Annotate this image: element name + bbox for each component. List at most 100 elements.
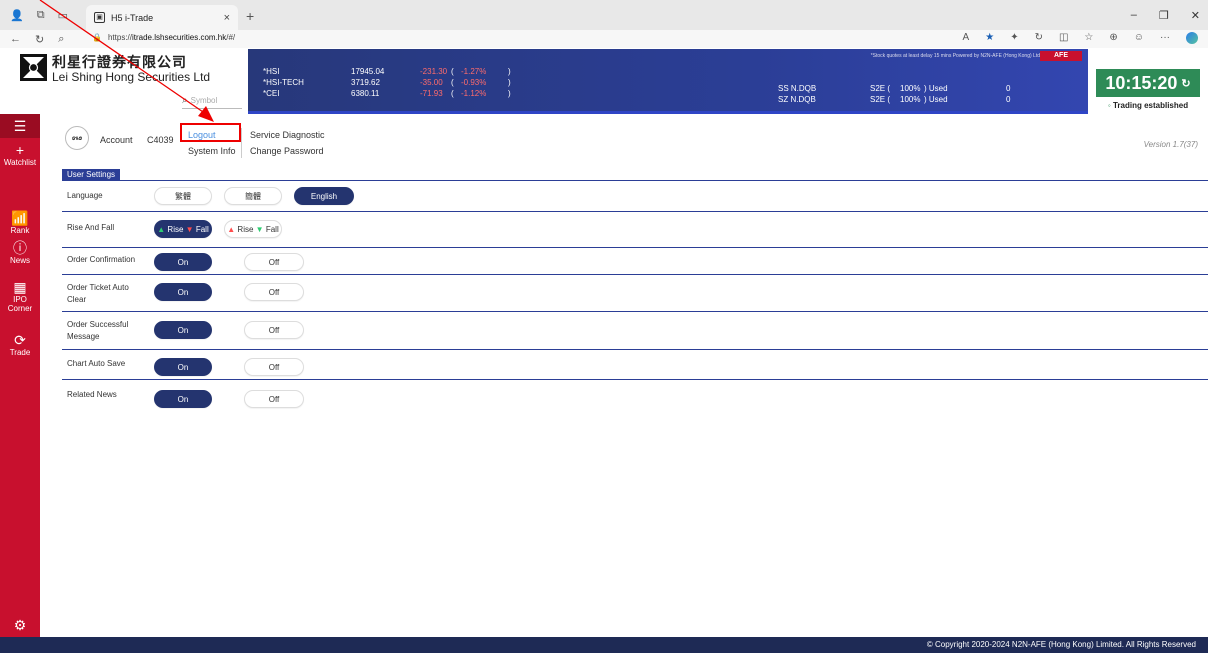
setting-label: Related News: [67, 390, 117, 399]
order-confirmation-off-button[interactable]: Off: [244, 253, 304, 271]
order-confirmation-on-button[interactable]: On: [154, 253, 212, 271]
setting-row-related-news: Related News On Off: [62, 380, 1208, 414]
language-traditional-button[interactable]: 繁體: [154, 187, 212, 205]
profile-icon[interactable]: 👤: [10, 9, 24, 22]
connection-used: ) Used: [924, 95, 948, 104]
sidebar-item-watchlist[interactable]: + Watchlist: [0, 142, 40, 182]
rise-green-fall-red-button[interactable]: ▲ Rise ▼ Fall: [154, 220, 212, 238]
favorite-star-icon[interactable]: ★: [985, 32, 994, 44]
sidebar-item-label: IPO Corner: [7, 295, 33, 313]
split-screen-icon[interactable]: ◫: [1059, 32, 1068, 44]
collections-icon[interactable]: ⊕: [1109, 32, 1117, 44]
clock-time: 10:15:20: [1105, 72, 1178, 93]
market-clock: 10:15:20 ↻: [1096, 69, 1200, 97]
new-tab-icon[interactable]: +: [246, 8, 254, 24]
system-info-link[interactable]: System Info: [188, 146, 236, 156]
close-window-icon[interactable]: ✕: [1191, 9, 1200, 22]
browser-left-icons: 👤 ⧉ ▭: [10, 9, 68, 22]
sidebar-item-ipo-corner[interactable]: ▦ IPO Corner: [0, 279, 40, 315]
down-arrow-icon: ▼: [185, 224, 194, 234]
symbol-search-input[interactable]: ⌕ Symbol: [182, 93, 242, 109]
browser-tab[interactable]: ▣ H5 i-Trade ×: [86, 5, 238, 30]
feedback-icon[interactable]: ☺: [1134, 32, 1144, 44]
index-paren-close: ): [508, 89, 511, 98]
rise-label: Rise: [167, 224, 184, 234]
menu-divider: [241, 128, 242, 158]
extensions-icon[interactable]: ✦: [1010, 32, 1018, 44]
language-simplified-button[interactable]: 簡體: [224, 187, 282, 205]
settings-gear-icon[interactable]: ⚙: [0, 613, 40, 637]
connection-name: SZ N.DQB: [778, 95, 816, 104]
change-password-link[interactable]: Change Password: [250, 146, 324, 156]
up-arrow-icon: ▲: [227, 224, 236, 234]
index-pct: -1.27%: [461, 67, 487, 76]
url-field[interactable]: 🔒 https://itrade.lshsecurities.com.hk/#/: [92, 33, 235, 42]
connection-name: SS N.DQB: [778, 84, 817, 93]
symbol-placeholder: Symbol: [190, 96, 218, 105]
sidebar: ☰ + Watchlist 📶 Rank ⓘ News ▦ IPO Corner…: [0, 114, 40, 637]
sidebar-item-news[interactable]: ⓘ News: [0, 240, 40, 274]
order-successful-message-off-button[interactable]: Off: [244, 321, 304, 339]
edge-profile-icon[interactable]: [1186, 32, 1198, 44]
sidebar-item-trade[interactable]: ⟳ Trade: [0, 332, 40, 366]
index-change: -35.00: [420, 78, 443, 87]
trade-cycle-icon: ⟳: [14, 332, 26, 348]
account-icon[interactable]: ꘏: [65, 126, 89, 150]
order-ticket-auto-clear-off-button[interactable]: Off: [244, 283, 304, 301]
down-arrow-icon: ▼: [255, 224, 264, 234]
workspaces-icon[interactable]: ⧉: [37, 9, 45, 22]
related-news-on-button[interactable]: On: [154, 390, 212, 408]
refresh-page-icon[interactable]: ↻: [1035, 32, 1043, 44]
logout-highlight-box: [180, 123, 241, 142]
brand-name-english: Lei Shing Hong Securities Ltd: [52, 70, 211, 84]
setting-row-language: Language 繁體 簡體 English: [62, 181, 1208, 212]
favorites-icon[interactable]: ☆: [1084, 32, 1093, 44]
browser-toolbar: A ★ ✦ ↻ ◫ ☆ ⊕ ☺ ···: [963, 32, 1198, 44]
ipo-icon: ▦: [13, 279, 27, 295]
chart-auto-save-on-button[interactable]: On: [154, 358, 212, 376]
close-tab-icon[interactable]: ×: [224, 12, 230, 24]
index-value: 3719.62: [351, 78, 380, 87]
index-name: *HSI: [263, 67, 280, 76]
copyright-text: © Copyright 2020-2024 N2N-AFE (Hong Kong…: [926, 640, 1196, 649]
related-news-off-button[interactable]: Off: [244, 390, 304, 408]
sidebar-item-label: Trade: [9, 348, 31, 357]
sidebar-item-label: Watchlist: [3, 158, 37, 167]
read-aloud-icon[interactable]: A: [963, 32, 970, 44]
rise-red-fall-green-button[interactable]: ▲ Rise ▼ Fall: [224, 220, 282, 238]
version-label: Version 1.7(37): [1143, 140, 1198, 149]
restore-icon[interactable]: ❐: [1159, 9, 1169, 22]
order-ticket-auto-clear-on-button[interactable]: On: [154, 283, 212, 301]
index-change: -231.30: [420, 67, 448, 76]
language-english-button[interactable]: English: [294, 187, 354, 205]
minimize-icon[interactable]: –: [1131, 9, 1137, 22]
tab-actions-icon[interactable]: ▭: [58, 9, 68, 22]
hamburger-icon: ☰: [13, 118, 27, 134]
main-content: ꘏ Account C4039 Logout System Info Servi…: [40, 114, 1208, 637]
reload-icon[interactable]: ↻: [35, 33, 44, 46]
connection-s2e: S2E (: [870, 95, 891, 104]
fall-label: Fall: [265, 224, 279, 234]
index-paren-open: (: [451, 89, 454, 98]
url-host: itrade.lshsecurities.com.hk: [131, 33, 227, 42]
setting-label: Chart Auto Save: [67, 359, 126, 368]
sidebar-menu-toggle[interactable]: ☰: [0, 114, 40, 138]
setting-row-order-confirmation: Order Confirmation On Off: [62, 248, 1208, 275]
back-icon[interactable]: ←: [10, 33, 21, 46]
sidebar-item-label: News: [9, 256, 30, 265]
index-name: *HSI-TECH: [263, 78, 304, 87]
order-successful-message-on-button[interactable]: On: [154, 321, 212, 339]
search-icon[interactable]: ⌕: [58, 33, 64, 46]
connection-used: ) Used: [924, 84, 948, 93]
connection-count: 0: [1006, 95, 1011, 104]
fall-label: Fall: [195, 224, 209, 234]
setting-row-order-successful-message: Order Successful Message On Off: [62, 312, 1208, 350]
refresh-icon[interactable]: ↻: [1181, 77, 1190, 90]
lock-icon: 🔒: [92, 33, 102, 42]
service-diagnostic-link[interactable]: Service Diagnostic: [250, 130, 325, 140]
more-icon[interactable]: ···: [1160, 32, 1170, 44]
sidebar-item-rank[interactable]: 📶 Rank: [0, 210, 40, 242]
index-pct: -0.93%: [461, 78, 487, 87]
brand-logo-icon: [20, 54, 47, 81]
chart-auto-save-off-button[interactable]: Off: [244, 358, 304, 376]
